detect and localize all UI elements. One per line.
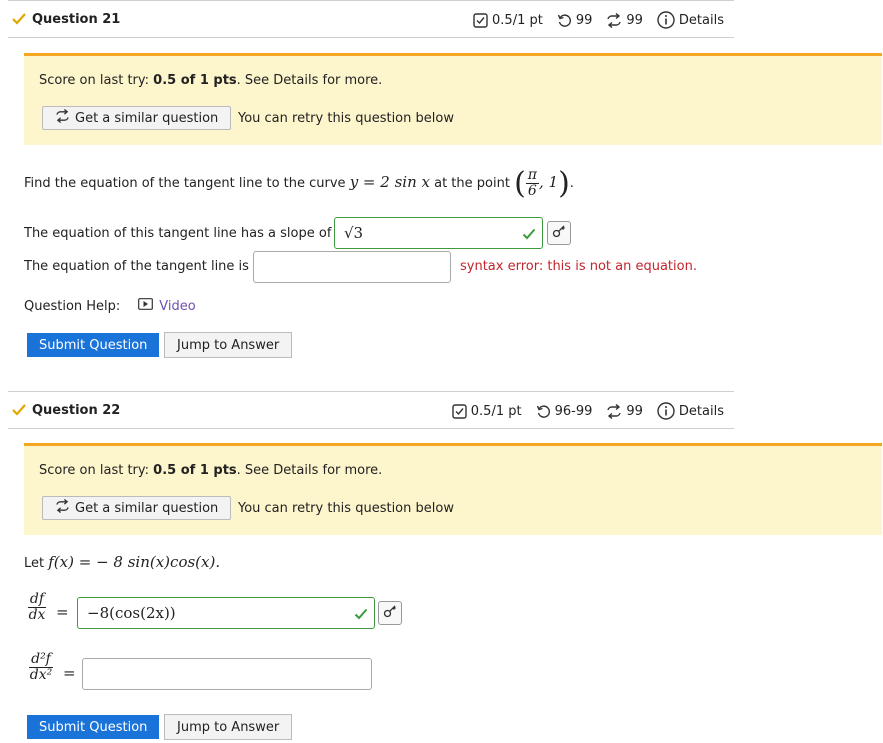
- equals-sign: =: [56, 603, 69, 621]
- retry-icon: [606, 403, 622, 419]
- point-x-denominator: 6: [527, 183, 537, 199]
- first-derivative-input[interactable]: −8(cos(2x)): [77, 597, 375, 629]
- question-prompt: Find the equation of the tangent line to…: [24, 166, 574, 201]
- point-y: 1: [548, 173, 559, 191]
- question-meta: 0.5/1 pt 96-99 99 Details: [452, 402, 724, 420]
- attempts-text: 99: [575, 12, 593, 28]
- question-help: Question Help: Video: [24, 298, 196, 314]
- equals-sign: =: [63, 664, 76, 682]
- similar-question-button[interactable]: Get a similar question: [42, 496, 232, 520]
- retry-text: You can retry this question below: [238, 501, 454, 516]
- score-banner: Score on last try: 0.5 of 1 pts. See Det…: [24, 53, 882, 145]
- preview-key-button[interactable]: [378, 601, 402, 625]
- retry-icon: [55, 498, 70, 517]
- question-title: Question 21: [32, 12, 121, 27]
- details-link[interactable]: Details: [679, 13, 724, 28]
- second-derivative-label: d²f dx²: [29, 651, 53, 684]
- retries-text: 99: [626, 403, 643, 419]
- question-meta: 0.5/1 pt 99 99 Details: [473, 11, 724, 29]
- function-definition: Let f(x) = − 8 sin(x)cos(x).: [24, 553, 221, 571]
- checkbox-points-icon: [473, 12, 488, 28]
- retry-icon: [606, 12, 622, 28]
- jump-to-answer-button[interactable]: Jump to Answer: [164, 332, 293, 358]
- attempts-text: 96-99: [554, 403, 593, 419]
- score-text: Score on last try: 0.5 of 1 pts. See Det…: [39, 73, 383, 88]
- points-text: 0.5/1 pt: [492, 12, 543, 28]
- submit-question-button[interactable]: Submit Question: [27, 715, 160, 739]
- attempts-icon: [557, 13, 572, 28]
- question-22-header: Question 22 0.5/1 pt 96-99 99 Details: [8, 391, 734, 429]
- second-derivative-input[interactable]: [82, 658, 372, 690]
- video-icon[interactable]: [138, 298, 154, 314]
- syntax-error-text: syntax error: this is not an equation.: [460, 259, 697, 274]
- similar-question-button[interactable]: Get a similar question: [42, 106, 232, 130]
- info-icon[interactable]: [657, 11, 675, 29]
- details-link[interactable]: Details: [679, 404, 724, 419]
- submit-question-button[interactable]: Submit Question: [27, 333, 160, 357]
- info-icon[interactable]: [657, 402, 675, 420]
- score-text: Score on last try: 0.5 of 1 pts. See Det…: [39, 463, 383, 478]
- first-derivative-label: df dx: [27, 591, 47, 624]
- key-icon: [552, 224, 566, 242]
- score-banner: Score on last try: 0.5 of 1 pts. See Det…: [24, 443, 882, 535]
- video-link[interactable]: Video: [159, 299, 195, 314]
- slope-answer-input[interactable]: √3: [334, 217, 543, 249]
- checkbox-points-icon: [452, 403, 467, 419]
- point-x-numerator: π: [525, 166, 539, 184]
- slope-label: The equation of this tangent line has a …: [24, 226, 332, 241]
- question-title: Question 22: [32, 403, 121, 418]
- key-icon: [383, 604, 397, 622]
- partial-check-icon: [10, 401, 28, 419]
- correct-check-icon: [522, 227, 536, 245]
- preview-key-button[interactable]: [547, 221, 571, 245]
- retry-icon: [55, 108, 70, 127]
- tangent-label: The equation of the tangent line is: [24, 259, 249, 274]
- question-21-header: Question 21 0.5/1 pt 99 99 Details: [8, 0, 734, 38]
- jump-to-answer-button[interactable]: Jump to Answer: [164, 714, 293, 740]
- retry-text: You can retry this question below: [238, 111, 454, 126]
- correct-check-icon: [354, 607, 368, 625]
- partial-check-icon: [10, 10, 28, 28]
- points-text: 0.5/1 pt: [470, 403, 522, 419]
- attempts-icon: [536, 404, 551, 419]
- retries-text: 99: [626, 12, 643, 28]
- tangent-answer-input[interactable]: [253, 251, 451, 283]
